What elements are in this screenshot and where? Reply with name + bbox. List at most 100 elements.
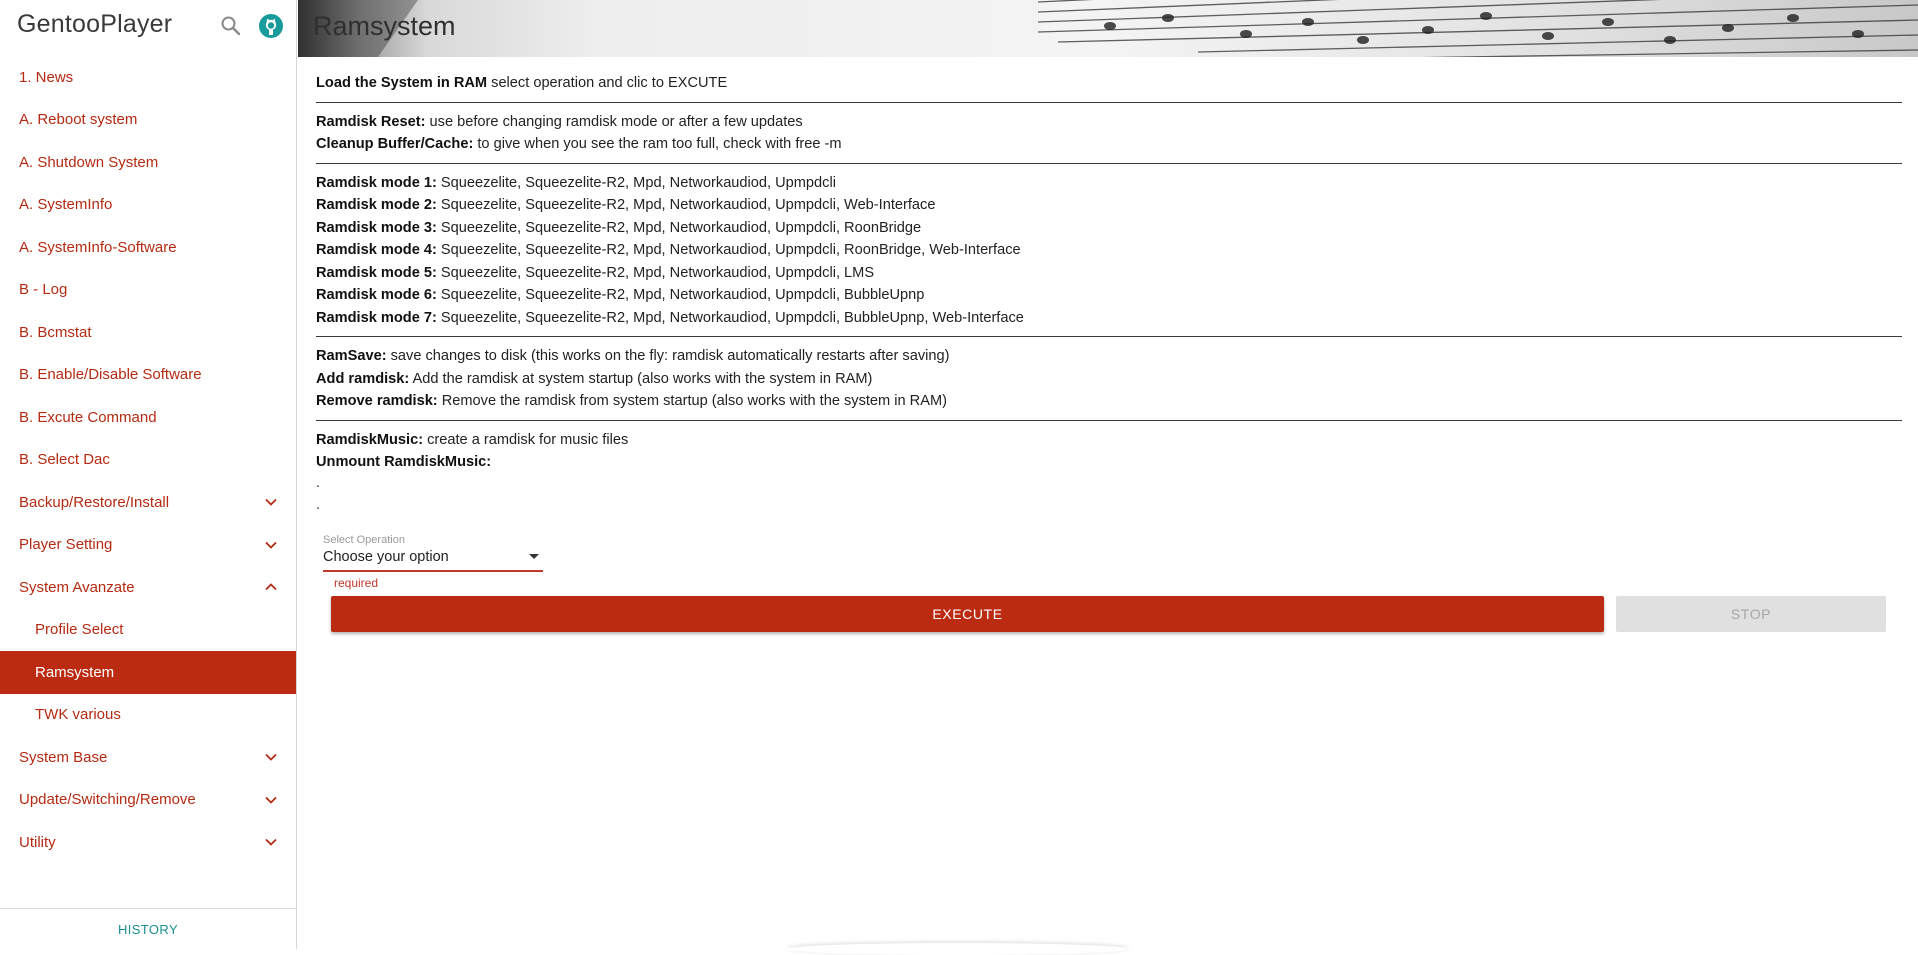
sidebar-item-backup-restore-install[interactable]: Backup/Restore/Install xyxy=(0,481,296,524)
mode-desc: Squeezelite, Squeezelite-R2, Mpd, Networ… xyxy=(436,197,936,213)
select-value: Choose your option xyxy=(323,549,449,565)
sidebar-item-system-base[interactable]: System Base xyxy=(0,736,296,779)
mode-line: Ramdisk mode 1: Squeezelite, Squeezelite… xyxy=(316,172,1902,195)
modes-section: Ramdisk mode 1: Squeezelite, Squeezelite… xyxy=(316,172,1902,337)
sidebar-item-label: Ramsystem xyxy=(35,663,115,681)
sidebar-item-label: B. Bcmstat xyxy=(19,323,92,341)
info-desc: Add the ramdisk at system startup (also … xyxy=(409,370,873,387)
sidebar-item-utility[interactable]: Utility xyxy=(0,821,296,864)
sidebar: GentooPlayer 1. News A. Reboot system A.… xyxy=(0,0,297,949)
sidebar-item-systeminfo-software[interactable]: A. SystemInfo-Software xyxy=(0,226,296,269)
sidebar-item-player-setting[interactable]: Player Setting xyxy=(0,524,296,567)
sidebar-item-label: System Base xyxy=(19,748,108,766)
info-desc: use before changing ramdisk mode or afte… xyxy=(425,113,803,130)
mode-desc: Squeezelite, Squeezelite-R2, Mpd, Networ… xyxy=(436,287,925,303)
mode-term: Ramdisk mode 6: xyxy=(316,287,437,303)
sidebar-item-shutdown-system[interactable]: A. Shutdown System xyxy=(0,141,296,184)
dot-line: . xyxy=(316,496,321,513)
sidebar-item-reboot-system[interactable]: A. Reboot system xyxy=(0,99,296,142)
dot-line: . xyxy=(316,474,321,491)
operation-dropdown[interactable]: Choose your option xyxy=(323,547,543,572)
sidebar-header: GentooPlayer xyxy=(0,0,297,52)
chevron-down-icon xyxy=(265,754,277,762)
sidebar-item-label: System Avanzate xyxy=(19,578,135,596)
sidebar-item-profile-select[interactable]: Profile Select xyxy=(0,609,296,652)
sidebar-item-label: B. Excute Command xyxy=(19,408,157,426)
save-section: RamSave: save changes to disk (this work… xyxy=(316,345,1902,421)
bottom-panel-edge xyxy=(788,943,1128,955)
info-term: Unmount RamdiskMusic: xyxy=(316,454,492,470)
sidebar-item-log[interactable]: B - Log xyxy=(0,269,296,312)
mode-desc: Squeezelite, Squeezelite-R2, Mpd, Networ… xyxy=(436,309,1024,326)
github-icon[interactable] xyxy=(258,13,284,39)
sidebar-item-label: B. Enable/Disable Software xyxy=(19,366,202,384)
sidebar-item-label: Profile Select xyxy=(35,621,124,639)
mode-desc: Squeezelite, Squeezelite-R2, Mpd, Networ… xyxy=(436,264,875,281)
mode-line: Ramdisk mode 5: Squeezelite, Squeezelite… xyxy=(316,262,1902,285)
sidebar-item-label: Backup/Restore/Install xyxy=(19,493,170,511)
mode-desc: Squeezelite, Squeezelite-R2, Mpd, Networ… xyxy=(436,174,836,191)
page-title: Ramsystem xyxy=(313,11,456,41)
info-line: Cleanup Buffer/Cache: to give when you s… xyxy=(316,133,1902,156)
sidebar-item-systeminfo[interactable]: A. SystemInfo xyxy=(0,184,296,227)
sidebar-item-news[interactable]: 1. News xyxy=(0,56,296,99)
search-icon[interactable] xyxy=(218,13,244,39)
intro-section: Load the System in RAM select operation … xyxy=(316,72,1902,103)
sidebar-item-label: A. Shutdown System xyxy=(19,153,159,171)
chevron-down-icon xyxy=(265,541,277,549)
mode-term: Ramdisk mode 5: xyxy=(316,264,437,281)
sidebar-item-label: A. SystemInfo-Software xyxy=(19,238,177,256)
intro-text: select operation and clic to EXCUTE xyxy=(487,75,728,91)
main-content: Ramsystem Load the System in RAM select … xyxy=(298,0,1918,955)
sidebar-item-label: Player Setting xyxy=(19,536,113,554)
info-line: Remove ramdisk: Remove the ramdisk from … xyxy=(316,390,1902,413)
sidebar-item-label: TWK various xyxy=(35,706,121,724)
chevron-down-icon xyxy=(265,796,277,804)
sidebar-item-select-dac[interactable]: B. Select Dac xyxy=(0,439,296,482)
info-desc: Remove the ramdisk from system startup (… xyxy=(437,393,947,409)
mode-term: Ramdisk mode 1: xyxy=(316,174,437,191)
sidebar-item-label: B. Select Dac xyxy=(19,451,110,469)
sidebar-item-system-avanzate[interactable]: System Avanzate xyxy=(0,566,296,609)
mode-term: Ramdisk mode 3: xyxy=(316,219,437,236)
select-error-text: required xyxy=(334,576,379,590)
info-line: Unmount RamdiskMusic: xyxy=(316,451,1902,474)
mode-line: Ramdisk mode 2: Squeezelite, Squeezelite… xyxy=(316,194,1902,217)
intro-line: Load the System in RAM select operation … xyxy=(316,72,1902,95)
history-button[interactable]: HISTORY xyxy=(0,908,296,949)
info-term: RamSave: xyxy=(316,348,387,364)
sheet-music-background-image xyxy=(298,0,1918,57)
sidebar-item-label: 1. News xyxy=(19,68,74,86)
mode-line: Ramdisk mode 3: Squeezelite, Squeezelite… xyxy=(316,217,1902,240)
mode-term: Ramdisk mode 4: xyxy=(316,242,437,258)
execute-button[interactable]: EXECUTE xyxy=(331,596,1604,632)
sidebar-item-label: Utility xyxy=(19,833,56,851)
sidebar-item-excute-command[interactable]: B. Excute Command xyxy=(0,396,296,439)
info-desc: save changes to disk (this works on the … xyxy=(386,348,950,364)
info-term: Ramdisk Reset: xyxy=(316,113,426,130)
sidebar-item-update-switching-remove[interactable]: Update/Switching/Remove xyxy=(0,779,296,822)
info-term: Remove ramdisk: xyxy=(316,393,438,409)
sidebar-nav: 1. News A. Reboot system A. Shutdown Sys… xyxy=(0,56,296,864)
sidebar-item-ramsystem[interactable]: Ramsystem xyxy=(0,651,296,694)
mode-term: Ramdisk mode 7: xyxy=(316,309,437,326)
mode-line: Ramdisk mode 4: Squeezelite, Squeezelite… xyxy=(316,239,1902,262)
mode-desc: Squeezelite, Squeezelite-R2, Mpd, Networ… xyxy=(436,242,1021,258)
music-section: RamdiskMusic: create a ramdisk for music… xyxy=(316,429,1902,518)
chevron-down-icon xyxy=(265,499,277,507)
sidebar-item-twk-various[interactable]: TWK various xyxy=(0,694,296,737)
mode-term: Ramdisk mode 2: xyxy=(316,197,437,213)
info-line: Add ramdisk: Add the ramdisk at system s… xyxy=(316,368,1902,391)
app-title: GentooPlayer xyxy=(17,10,173,38)
sidebar-item-bcmstat[interactable]: B. Bcmstat xyxy=(0,311,296,354)
mode-line: Ramdisk mode 7: Squeezelite, Squeezelite… xyxy=(316,307,1902,330)
info-line: RamSave: save changes to disk (this work… xyxy=(316,345,1902,368)
description-panel: Load the System in RAM select operation … xyxy=(316,72,1902,518)
reset-section: Ramdisk Reset: use before changing ramdi… xyxy=(316,111,1902,164)
operation-select: Select Operation Choose your option requ… xyxy=(323,534,543,590)
chevron-up-icon xyxy=(265,583,277,591)
sidebar-item-enable-disable-software[interactable]: B. Enable/Disable Software xyxy=(0,354,296,397)
header-banner: Ramsystem xyxy=(298,0,1918,57)
stop-button[interactable]: STOP xyxy=(1616,596,1886,632)
intro-title: Load the System in RAM xyxy=(316,75,488,91)
